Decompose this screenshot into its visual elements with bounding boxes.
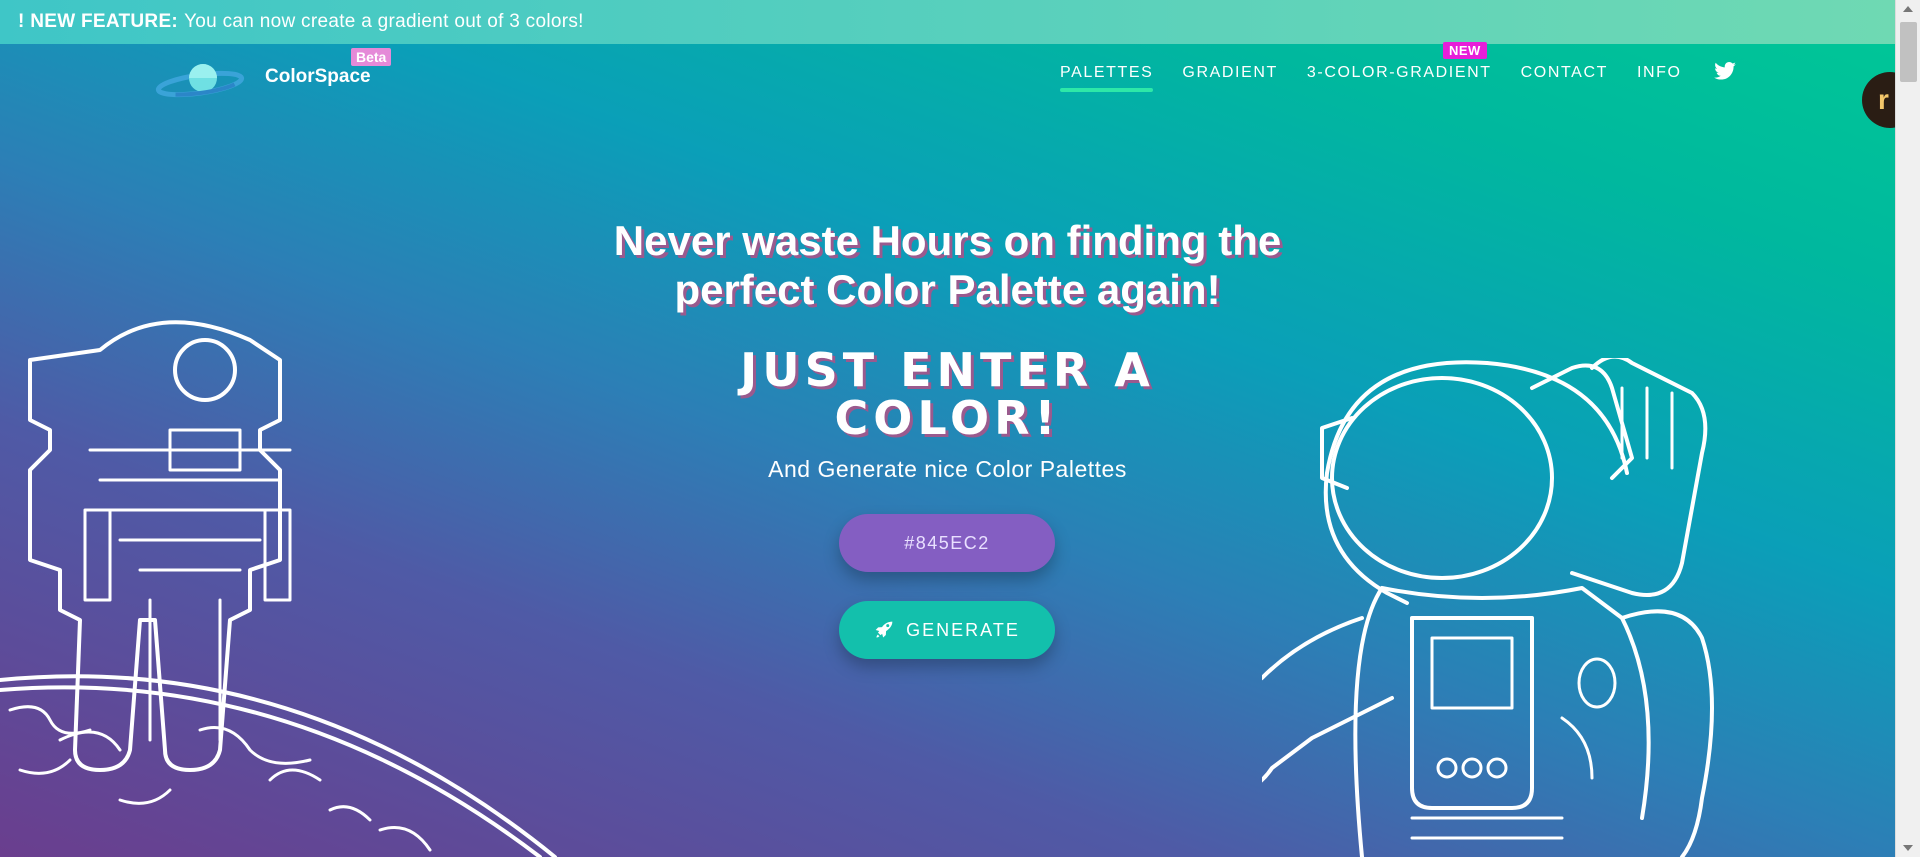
avatar-letter: r [1878, 84, 1889, 115]
hero-subtitle-line-2: COLOR! [834, 391, 1061, 445]
beta-badge: Beta [351, 48, 392, 66]
color-input[interactable] [839, 514, 1055, 572]
floating-avatar[interactable]: r [1862, 72, 1895, 128]
twitter-icon[interactable] [1714, 62, 1736, 80]
hero-title-line-1: Never waste Hours on finding the [613, 217, 1282, 264]
nav-item-contact[interactable]: CONTACT [1521, 64, 1608, 92]
scrollbar-thumb[interactable] [1900, 22, 1917, 82]
vertical-scrollbar[interactable] [1895, 0, 1920, 857]
planet-logo-icon[interactable] [155, 58, 245, 102]
astronaut-waving-illustration [1262, 358, 1714, 857]
hero-description: And Generate nice Color Palettes [768, 456, 1127, 482]
nav-item-palettes[interactable]: PALETTES [1060, 64, 1154, 92]
brand-name[interactable]: ColorSpace [265, 66, 371, 88]
rocket-icon [875, 621, 893, 638]
hero-title-line-2: perfect Color Palette again! [674, 266, 1221, 313]
hero-subtitle: JUST ENTER A COLOR! [660, 346, 1235, 442]
scroll-down-arrow-icon[interactable] [1903, 845, 1913, 851]
announcement-text: You can now create a gradient out of 3 c… [184, 11, 584, 32]
generate-button[interactable]: GENERATE [839, 601, 1055, 659]
new-badge: NEW [1443, 42, 1487, 59]
nav-item-3-color-gradient[interactable]: 3-COLOR-GRADIENT [1307, 64, 1492, 92]
nav-item-gradient[interactable]: GRADIENT [1182, 64, 1277, 92]
hero-title: Never waste Hours on finding the perfect… [520, 216, 1375, 314]
announcement-bar: ! NEW FEATURE: You can now create a grad… [0, 0, 1895, 44]
main-nav: PALETTES GRADIENT 3-COLOR-GRADIENT CONTA… [1060, 64, 1682, 92]
scroll-up-arrow-icon[interactable] [1903, 6, 1913, 12]
hero-subtitle-line-1: JUST ENTER A [740, 343, 1155, 397]
nav-item-info[interactable]: INFO [1637, 64, 1682, 92]
astronaut-on-planet-illustration [0, 320, 557, 857]
page-viewport: ! NEW FEATURE: You can now create a grad… [0, 0, 1895, 857]
generate-button-label: GENERATE [906, 619, 1020, 640]
announcement-label: ! NEW FEATURE: [18, 11, 179, 32]
